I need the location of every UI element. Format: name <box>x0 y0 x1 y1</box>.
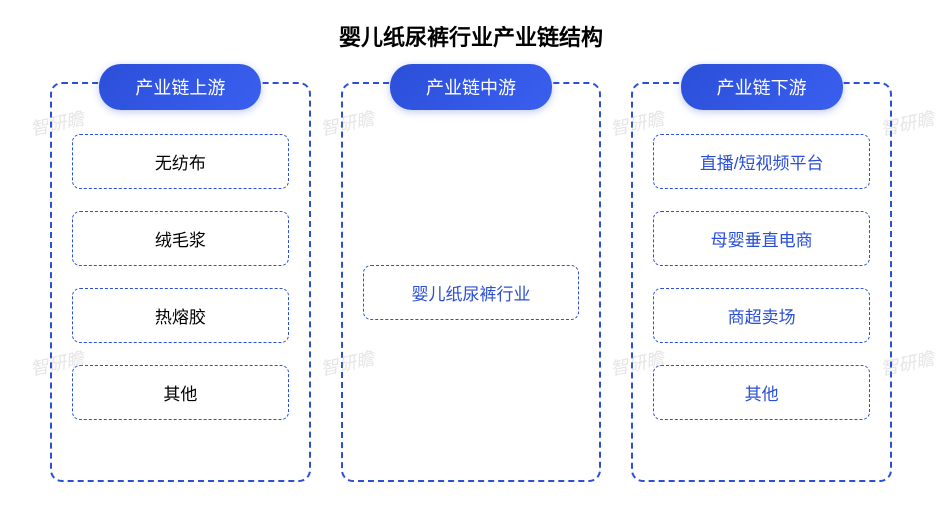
column-header-downstream: 产业链下游 <box>681 64 843 110</box>
column-upstream: 产业链上游 无纺布 绒毛浆 热熔胶 其他 <box>50 82 311 482</box>
item-box: 其他 <box>653 365 870 420</box>
diagram-title: 婴儿纸尿裤行业产业链结构 <box>50 20 892 52</box>
items-midstream: 婴儿纸尿裤行业 <box>363 124 580 460</box>
column-downstream: 产业链下游 直播/短视频平台 母婴垂直电商 商超卖场 其他 <box>631 82 892 482</box>
column-header-upstream: 产业链上游 <box>99 64 261 110</box>
item-box: 其他 <box>72 365 289 420</box>
item-box: 婴儿纸尿裤行业 <box>363 265 580 320</box>
columns-container: 产业链上游 无纺布 绒毛浆 热熔胶 其他 产业链中游 婴儿纸尿裤行业 产业链下游… <box>50 82 892 482</box>
item-box: 母婴垂直电商 <box>653 211 870 266</box>
item-box: 商超卖场 <box>653 288 870 343</box>
items-downstream: 直播/短视频平台 母婴垂直电商 商超卖场 其他 <box>653 134 870 420</box>
column-midstream: 产业链中游 婴儿纸尿裤行业 <box>341 82 602 482</box>
item-box: 无纺布 <box>72 134 289 189</box>
item-box: 热熔胶 <box>72 288 289 343</box>
column-header-midstream: 产业链中游 <box>390 64 552 110</box>
items-upstream: 无纺布 绒毛浆 热熔胶 其他 <box>72 134 289 420</box>
item-box: 直播/短视频平台 <box>653 134 870 189</box>
item-box: 绒毛浆 <box>72 211 289 266</box>
